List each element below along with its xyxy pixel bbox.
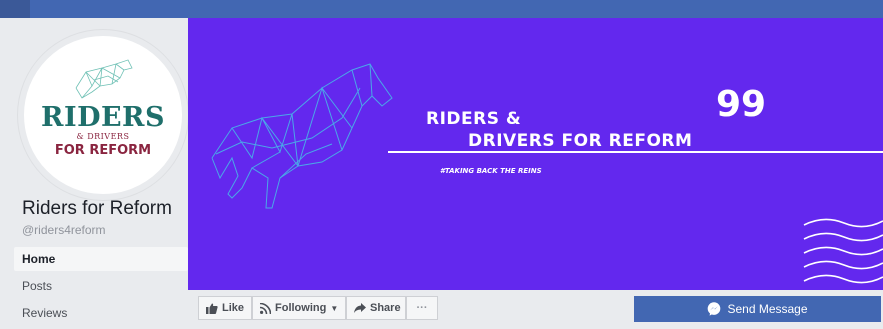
cover-divider-line bbox=[388, 151, 883, 153]
sidebar-item-home[interactable]: Home bbox=[14, 247, 188, 271]
page-handle[interactable]: @riders4reform bbox=[22, 223, 106, 237]
logo-riders-text: RIDERS bbox=[41, 102, 165, 133]
cover-photo[interactable]: 99 RIDERS & DRIVERS FOR REFORM #TAKING B… bbox=[188, 18, 883, 290]
messenger-icon bbox=[708, 302, 721, 316]
sidebar-item-posts[interactable]: Posts bbox=[14, 274, 188, 298]
send-message-label: Send Message bbox=[727, 302, 808, 316]
horse-line-art-icon bbox=[211, 63, 393, 209]
wave-lines-icon bbox=[803, 218, 883, 284]
page-title[interactable]: Riders for Reform bbox=[22, 198, 172, 220]
rss-icon bbox=[260, 302, 271, 314]
horse-logo-icon bbox=[75, 59, 133, 99]
logo-reform-text: FOR REFORM bbox=[54, 143, 152, 158]
cover-hashtag: #TAKING BACK THE REINS bbox=[440, 167, 542, 175]
more-options-button[interactable]: ··· bbox=[406, 296, 438, 320]
sidebar-item-reviews[interactable]: Reviews bbox=[14, 301, 188, 325]
following-button[interactable]: Following ▼ bbox=[252, 296, 346, 320]
like-label: Like bbox=[222, 302, 245, 314]
cover-quote-mark: 99 bbox=[716, 84, 767, 125]
top-navigation-bar bbox=[0, 0, 883, 18]
share-label: Share bbox=[370, 302, 401, 314]
share-arrow-icon bbox=[354, 303, 366, 313]
cover-title-line1: RIDERS & bbox=[426, 109, 522, 129]
top-bar-shade bbox=[0, 0, 30, 18]
chevron-down-icon: ▼ bbox=[330, 303, 339, 313]
like-button[interactable]: Like bbox=[198, 296, 252, 320]
logo-drivers-text: & DRIVERS bbox=[76, 132, 130, 141]
thumbs-up-icon bbox=[206, 303, 218, 314]
page-sidebar: RIDERS & DRIVERS FOR REFORM Riders for R… bbox=[8, 18, 188, 329]
send-message-button[interactable]: Send Message bbox=[634, 296, 881, 322]
following-label: Following bbox=[275, 302, 327, 314]
profile-picture[interactable]: RIDERS & DRIVERS FOR REFORM bbox=[18, 30, 188, 200]
page-action-bar: Like Following ▼ Share ··· Send Message bbox=[188, 290, 883, 329]
share-button[interactable]: Share bbox=[346, 296, 406, 320]
cover-title-line2: DRIVERS FOR REFORM bbox=[468, 131, 693, 151]
